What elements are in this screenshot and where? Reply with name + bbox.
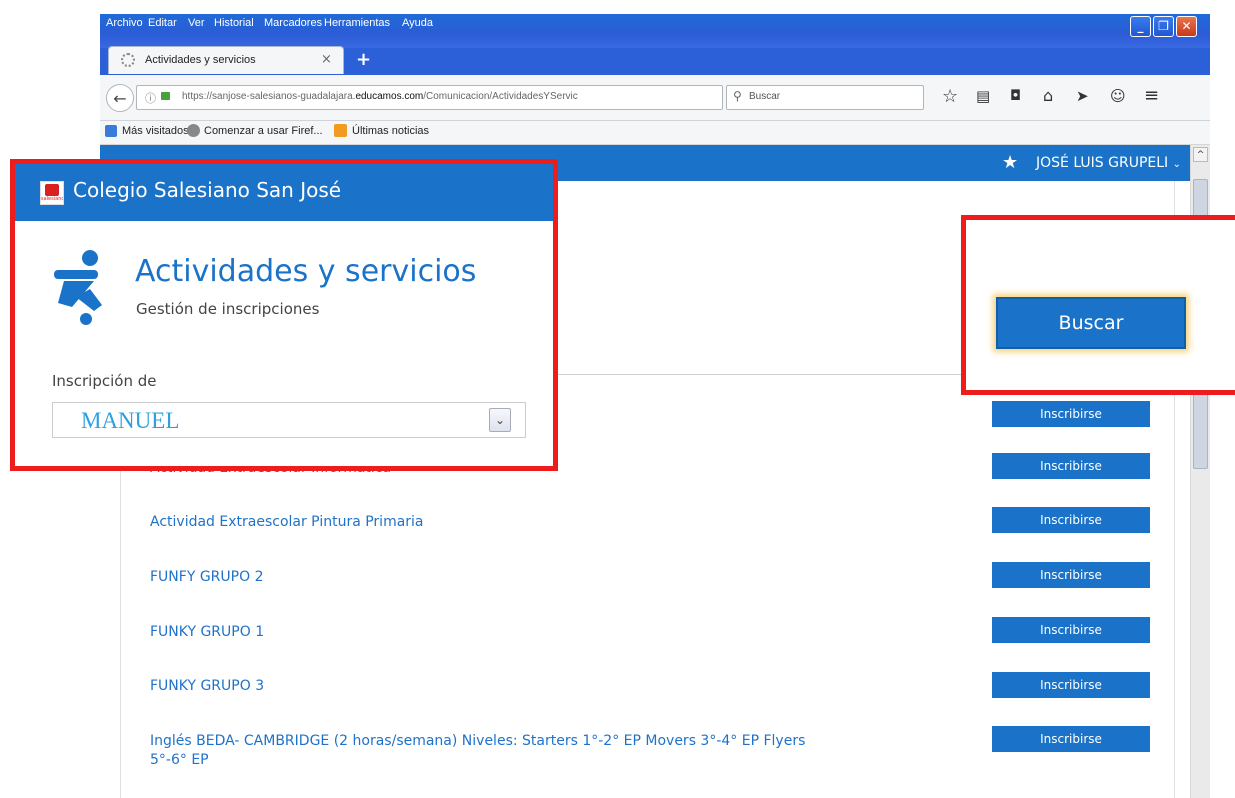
inscription-value: MANUEL [81,408,180,433]
menu-ver[interactable]: Ver [188,17,205,29]
user-name: JOSÉ LUIS GRUPELI [1036,155,1169,171]
inscription-label: Inscripción de [52,372,157,390]
bookmark-star-icon[interactable]: ☆ [942,86,958,107]
url-prefix: https://sanjose-salesianos-guadalajara. [182,91,356,102]
menu-historial[interactable]: Historial [214,17,254,29]
search-icon: ⚲ [733,89,742,103]
chevron-down-icon: ⌄ [1172,159,1182,170]
search-input[interactable]: ⚲ Buscar [726,85,924,110]
bookmark-comenzar[interactable]: Comenzar a usar Firef... [204,125,323,137]
activity-name-funfy-2[interactable]: FUNFY GRUPO 2 [150,568,263,587]
bookmarks-toolbar: Más visitados Comenzar a usar Firef... Ú… [100,121,1210,145]
lock-icon [161,92,170,100]
url-path: /Comunicacion/ActividadesYServic [423,91,578,102]
browser-menubar: Archivo Editar Ver Historial Marcadores … [100,14,1210,48]
enroll-button[interactable]: Inscribirse [992,507,1150,533]
activity-name-funky-1[interactable]: FUNKY GRUPO 1 [150,623,264,642]
hamburger-menu-icon[interactable]: ≡ [1144,85,1159,106]
zoom-callout-header: salesianos Colegio Salesiano San José Ac… [10,159,558,471]
search-button[interactable]: Buscar [996,297,1186,349]
scroll-up-icon[interactable]: ^ [1193,147,1208,162]
close-window-button[interactable]: ✕ [1176,16,1197,37]
send-icon[interactable]: ➤ [1076,87,1089,105]
menu-archivo[interactable]: Archivo [106,17,143,29]
new-tab-icon[interactable]: + [356,49,371,70]
enroll-button[interactable]: Inscribirse [992,453,1150,479]
favorites-star-icon[interactable]: ★ [1002,152,1018,173]
close-tab-icon[interactable]: × [321,52,332,67]
inscription-select[interactable]: MANUEL ⌄ [52,402,526,438]
navigation-toolbar: ← ⓘ https://sanjose-salesianos-guadalaja… [100,75,1210,121]
activity-name-funky-3[interactable]: FUNKY GRUPO 3 [150,677,264,696]
maximize-button[interactable]: ❐ [1153,16,1174,37]
menu-ayuda[interactable]: Ayuda [402,17,433,29]
minimize-button[interactable]: _ [1130,16,1151,37]
pocket-icon[interactable]: ◘ [1010,88,1021,104]
url-bar[interactable]: ⓘ https://sanjose-salesianos-guadalajara… [136,85,738,110]
sports-activity-icon [54,250,102,325]
url-domain: educamos.com [355,91,424,102]
smiley-icon[interactable]: ☺ [1110,87,1126,105]
zoom-callout-search: Buscar [961,215,1235,395]
bookmarks-menu-icon[interactable]: ▤ [976,87,990,105]
enroll-button[interactable]: Inscribirse [992,401,1150,427]
page-subtitle: Gestión de inscripciones [136,300,320,318]
enroll-button[interactable]: Inscribirse [992,617,1150,643]
school-name: Colegio Salesiano San José [73,178,342,202]
bookmark-mas-visitados[interactable]: Más visitados [122,125,189,137]
url-text: https://sanjose-salesianos-guadalajara.e… [182,91,578,102]
tab-title: Actividades y servicios [145,54,256,66]
menu-editar[interactable]: Editar [148,17,177,29]
back-button[interactable]: ← [106,84,134,112]
firefox-icon [187,124,200,137]
school-logo: salesianos [40,181,64,205]
logo-text: salesianos [41,196,63,202]
tab-active[interactable]: Actividades y servicios × [108,46,344,74]
home-icon[interactable]: ⌂ [1043,86,1053,105]
page-title: Actividades y servicios [135,254,477,289]
search-placeholder: Buscar [749,91,781,102]
menu-marcadores[interactable]: Marcadores [264,17,322,29]
activity-name-pintura[interactable]: Actividad Extraescolar Pintura Primaria [150,513,424,532]
menu-herramientas[interactable]: Herramientas [324,17,390,29]
activity-name-ingles-beda[interactable]: Inglés BEDA- CAMBRIDGE (2 horas/semana) … [150,732,840,770]
user-menu[interactable]: JOSÉ LUIS GRUPELI ⌄ [1036,155,1181,171]
logo-mark-icon [45,184,59,196]
enroll-button[interactable]: Inscribirse [992,562,1150,588]
most-visited-icon [105,125,117,137]
enroll-button[interactable]: Inscribirse [992,672,1150,698]
enroll-button[interactable]: Inscribirse [992,726,1150,752]
info-icon[interactable]: ⓘ [145,90,156,106]
school-header: salesianos Colegio Salesiano San José [15,164,553,221]
chevron-down-icon[interactable]: ⌄ [489,408,511,432]
loading-icon [121,53,135,67]
bookmark-ultimas-noticias[interactable]: Últimas noticias [352,125,429,137]
rss-icon [334,124,347,137]
